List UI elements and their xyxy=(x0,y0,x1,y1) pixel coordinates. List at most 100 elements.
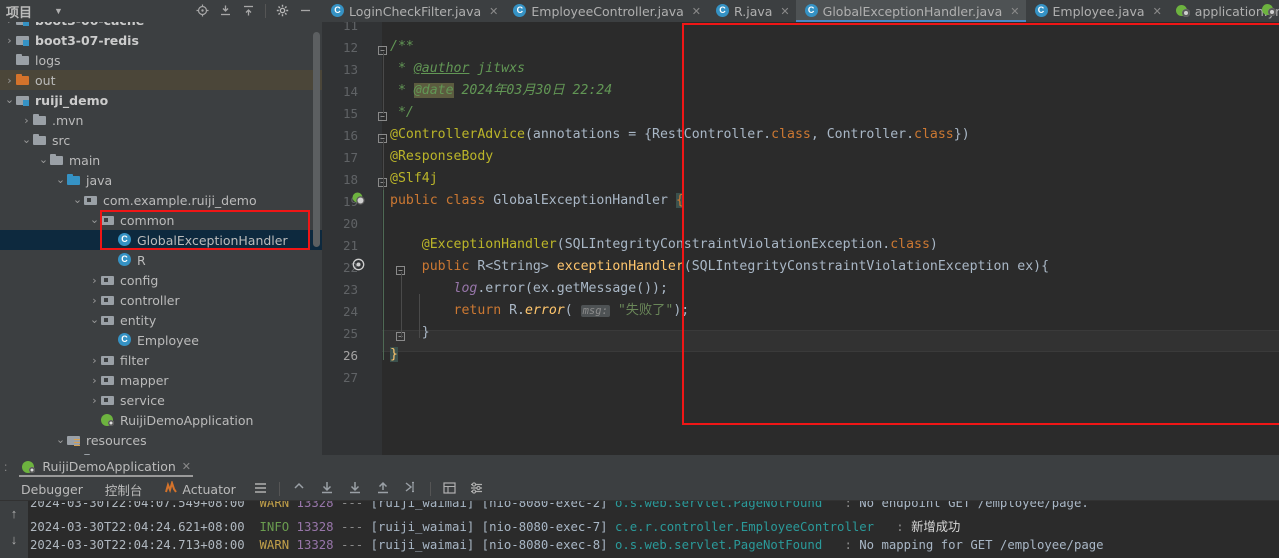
chevron-down-icon[interactable]: ⌄ xyxy=(55,434,66,445)
editor-tab-employeecontroller-java[interactable]: EmployeeController.java ✕ xyxy=(504,0,707,22)
chevron-right-icon[interactable]: › xyxy=(89,294,100,307)
code-line-21[interactable]: @ExceptionHandler(SQLIntegrityConstraint… xyxy=(390,234,938,256)
tree-node-main[interactable]: ⌄ main xyxy=(0,150,322,170)
close-icon[interactable]: ✕ xyxy=(182,460,191,473)
editor-tab-globalexceptionhandler-java[interactable]: GlobalExceptionHandler.java ✕ xyxy=(795,0,1026,22)
chevron-down-icon[interactable]: ⌄ xyxy=(21,134,32,145)
code-line-13[interactable]: * @author jitwxs xyxy=(390,58,525,80)
tree-node--mvn[interactable]: › .mvn xyxy=(0,110,322,130)
code-line-18[interactable]: @Slf4j xyxy=(390,168,438,190)
tab-actuator[interactable]: Actuator xyxy=(153,479,246,497)
close-icon[interactable]: ✕ xyxy=(692,5,701,18)
override-gutter-icon[interactable] xyxy=(352,258,365,274)
tree-node-filter[interactable]: › filter xyxy=(0,350,322,370)
code-line-26[interactable]: } xyxy=(390,344,398,366)
collapse-all-icon[interactable] xyxy=(242,4,255,19)
code-line-24[interactable]: return R.error( msg: "失败了"); xyxy=(390,300,690,322)
panel-collapse-icon[interactable]: : xyxy=(4,460,13,474)
tree-node-com-example-ruiji-demo[interactable]: ⌄ com.example.ruiji_demo xyxy=(0,190,322,210)
gear-icon[interactable] xyxy=(276,4,289,19)
step-over-icon[interactable] xyxy=(313,481,341,497)
code-line-23[interactable]: log.error(ex.getMessage()); xyxy=(390,278,668,300)
editor-tab-bar[interactable]: LoginCheckFilter.java✕EmployeeController… xyxy=(322,0,1279,22)
tree-node-ruijidemoapplication[interactable]: RuijiDemoApplication xyxy=(0,410,322,430)
chevron-down-icon[interactable]: ⌄ xyxy=(72,194,83,205)
locate-icon[interactable] xyxy=(196,4,209,19)
tree-node-globalexceptionhandler[interactable]: GlobalExceptionHandler xyxy=(0,230,322,250)
close-icon[interactable]: ✕ xyxy=(1010,5,1019,18)
force-step-into-icon[interactable] xyxy=(369,481,397,497)
down-arrow-icon[interactable]: ↓ xyxy=(0,527,28,553)
package-icon xyxy=(100,393,116,407)
tree-node-logs[interactable]: logs xyxy=(0,50,322,70)
code-line-15[interactable]: */ xyxy=(390,102,414,124)
tree-node-service[interactable]: › service xyxy=(0,390,322,410)
tree-node-label: GlobalExceptionHandler xyxy=(137,232,288,248)
close-icon[interactable]: ✕ xyxy=(1153,5,1162,18)
run-to-cursor-icon[interactable] xyxy=(397,481,425,497)
tree-node-config[interactable]: › config xyxy=(0,270,322,290)
code-content[interactable]: /** * @author jitwxs * @date 2024年03月30日… xyxy=(378,22,1279,455)
console-output[interactable]: ↑ ↓ 2024-03-30T22:04:07.549+08:00 WARN 1… xyxy=(0,501,1279,558)
editor-gutter[interactable]: 11 12 13 14 15 16 17 18 19 20 21 22 23 24 25 26 27 xyxy=(322,22,382,455)
chevron-down-icon[interactable]: ⌄ xyxy=(55,174,66,185)
chevron-right-icon[interactable]: › xyxy=(89,354,100,367)
tree-node-resources[interactable]: ⌄ resources xyxy=(0,430,322,450)
tree-node-boot3-07-redis[interactable]: › boot3-07-redis xyxy=(0,30,322,50)
code-line-22[interactable]: public R<String> exceptionHandler(SQLInt… xyxy=(390,256,1049,278)
java-class-icon xyxy=(1034,4,1048,18)
java-class-icon xyxy=(117,233,133,247)
tree-node-common[interactable]: ⌄ common xyxy=(0,210,322,230)
chevron-down-icon[interactable]: ⌄ xyxy=(38,154,49,165)
code-line-16[interactable]: @ControllerAdvice(annotations = {RestCon… xyxy=(390,124,970,146)
tree-node-ruiji-demo[interactable]: ⌄ ruiji_demo xyxy=(0,90,322,110)
chevron-down-icon[interactable]: ⌄ xyxy=(89,314,100,325)
yaml-file-icon[interactable] xyxy=(1262,3,1277,18)
chevron-right-icon[interactable]: › xyxy=(4,22,15,27)
project-tree-scrollbar[interactable] xyxy=(313,32,320,247)
tree-node-boot3-06-cache[interactable]: › boot3-06-cache xyxy=(0,22,322,30)
tree-node-out[interactable]: › out xyxy=(0,70,322,90)
run-tab-ruiji-demo-application[interactable]: RuijiDemoApplication ✕ xyxy=(13,455,199,478)
code-line-19[interactable]: public class GlobalExceptionHandler { xyxy=(390,190,684,212)
chevron-right-icon[interactable]: › xyxy=(89,394,100,407)
spring-bean-gutter-icon[interactable] xyxy=(352,192,365,208)
tree-node-controller[interactable]: › controller xyxy=(0,290,322,310)
layout-icon[interactable] xyxy=(247,482,274,497)
close-icon[interactable]: ✕ xyxy=(780,5,789,18)
chevron-right-icon[interactable]: › xyxy=(4,34,15,47)
chevron-down-icon[interactable]: ⌄ xyxy=(89,214,100,225)
code-line-14[interactable]: * @date 2024年03月30日 22:24 xyxy=(390,80,612,102)
code-line-12[interactable]: /** xyxy=(390,36,414,58)
settings-icon[interactable] xyxy=(463,481,490,497)
run-tab-bar: : RuijiDemoApplication ✕ xyxy=(0,455,1279,478)
code-line-17[interactable]: @ResponseBody xyxy=(390,146,493,168)
chevron-right-icon[interactable]: › xyxy=(89,274,100,287)
editor-tab-logincheckfilter-java[interactable]: LoginCheckFilter.java ✕ xyxy=(322,0,504,22)
tree-node-mapper[interactable]: › mapper xyxy=(0,370,322,390)
line-number-11: 11 xyxy=(342,22,358,33)
code-editor[interactable]: 11 12 13 14 15 16 17 18 19 20 21 22 23 24 25 26 27 /** *… xyxy=(322,22,1279,455)
tree-node-src[interactable]: ⌄ src xyxy=(0,130,322,150)
chevron-down-icon[interactable]: ▼ xyxy=(54,6,63,16)
close-icon[interactable]: ✕ xyxy=(489,5,498,18)
tree-node-employee[interactable]: Employee xyxy=(0,330,322,350)
tree-node-entity[interactable]: ⌄ entity xyxy=(0,310,322,330)
project-tree[interactable]: › boot3-06-cache › boot3-07-redis logs › out ⌄ r… xyxy=(0,22,322,455)
editor-tab-r-java[interactable]: R.java ✕ xyxy=(707,0,796,22)
minimize-icon[interactable] xyxy=(299,4,312,19)
step-out-icon[interactable] xyxy=(285,481,313,497)
tab-debugger[interactable]: Debugger xyxy=(10,482,94,497)
step-into-icon[interactable] xyxy=(341,481,369,497)
up-arrow-icon[interactable]: ↑ xyxy=(0,501,28,527)
expand-all-icon[interactable] xyxy=(219,4,232,19)
chevron-down-icon[interactable]: ⌄ xyxy=(4,94,15,105)
chevron-right-icon[interactable]: › xyxy=(21,114,32,127)
editor-tab-employee-java[interactable]: Employee.java ✕ xyxy=(1026,0,1168,22)
chevron-right-icon[interactable]: › xyxy=(89,374,100,387)
tree-node-r[interactable]: R xyxy=(0,250,322,270)
chevron-right-icon[interactable]: › xyxy=(4,74,15,87)
evaluate-icon[interactable] xyxy=(436,481,463,497)
tree-node-java[interactable]: ⌄ java xyxy=(0,170,322,190)
tab-console[interactable]: 控制台 xyxy=(94,480,154,499)
